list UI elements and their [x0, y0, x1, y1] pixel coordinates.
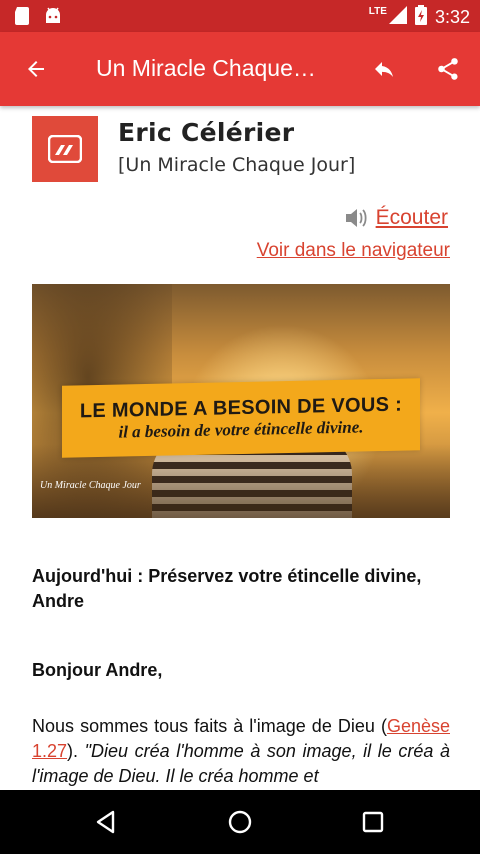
- app-title: Un Miracle Chaque…: [96, 55, 316, 81]
- signal-icon: [388, 6, 407, 29]
- banner-subline: il a besoin de votre étincelle divine.: [118, 416, 364, 442]
- nav-home-button[interactable]: [222, 804, 258, 840]
- sd-card-icon: [14, 7, 30, 30]
- sender-name: Eric Célérier: [118, 118, 295, 147]
- share-button[interactable]: [430, 51, 466, 87]
- reply-icon: [375, 62, 393, 77]
- arrow-back-icon: [28, 61, 44, 77]
- body-text-mid: ).: [67, 741, 85, 761]
- network-type: LTE: [368, 6, 387, 17]
- email-subject: Aujourd'hui : Préservez votre étincelle …: [32, 566, 422, 611]
- hero-banner: LE MONDE A BESOIN DE VOUS : il a besoin …: [62, 378, 420, 458]
- hero-brand: Un Miracle Chaque Jour: [40, 480, 141, 491]
- listen-link[interactable]: Écouter: [344, 206, 448, 230]
- circle-home-icon: [228, 810, 252, 834]
- nav-back-button[interactable]: [88, 804, 124, 840]
- app-bar: Un Miracle Chaque…: [0, 32, 480, 106]
- logo-icon: [48, 135, 82, 163]
- speaker-icon: [345, 209, 367, 227]
- android-icon: [44, 7, 62, 30]
- back-button[interactable]: [18, 51, 54, 87]
- hero-image: LE MONDE A BESOIN DE VOUS : il a besoin …: [32, 284, 450, 518]
- sender-logo: [32, 116, 98, 182]
- email-greeting: Bonjour Andre,: [32, 660, 163, 680]
- nav-recents-button[interactable]: [355, 804, 391, 840]
- navigation-bar: [0, 790, 480, 854]
- status-bar: LTE 3:32: [0, 0, 480, 32]
- email-content[interactable]: Eric Célérier [Un Miracle Chaque Jour] É…: [0, 106, 480, 790]
- square-recents-icon: [362, 811, 384, 833]
- body-quote: "Dieu créa l'homme à son image, il le cr…: [32, 741, 450, 786]
- triangle-back-icon: [96, 810, 115, 834]
- body-text-start: Nous sommes tous faits à l'image de Dieu…: [32, 716, 387, 736]
- clock: 3:32: [434, 7, 470, 27]
- email-body: Nous sommes tous faits à l'image de Dieu…: [32, 714, 450, 789]
- share-icon: [438, 58, 458, 80]
- listen-label[interactable]: Écouter: [376, 206, 448, 230]
- view-in-browser-link[interactable]: Voir dans le navigateur: [257, 240, 450, 262]
- battery-charging-icon: [414, 5, 427, 30]
- reply-button[interactable]: [366, 51, 402, 87]
- newsletter-name: [Un Miracle Chaque Jour]: [118, 154, 356, 176]
